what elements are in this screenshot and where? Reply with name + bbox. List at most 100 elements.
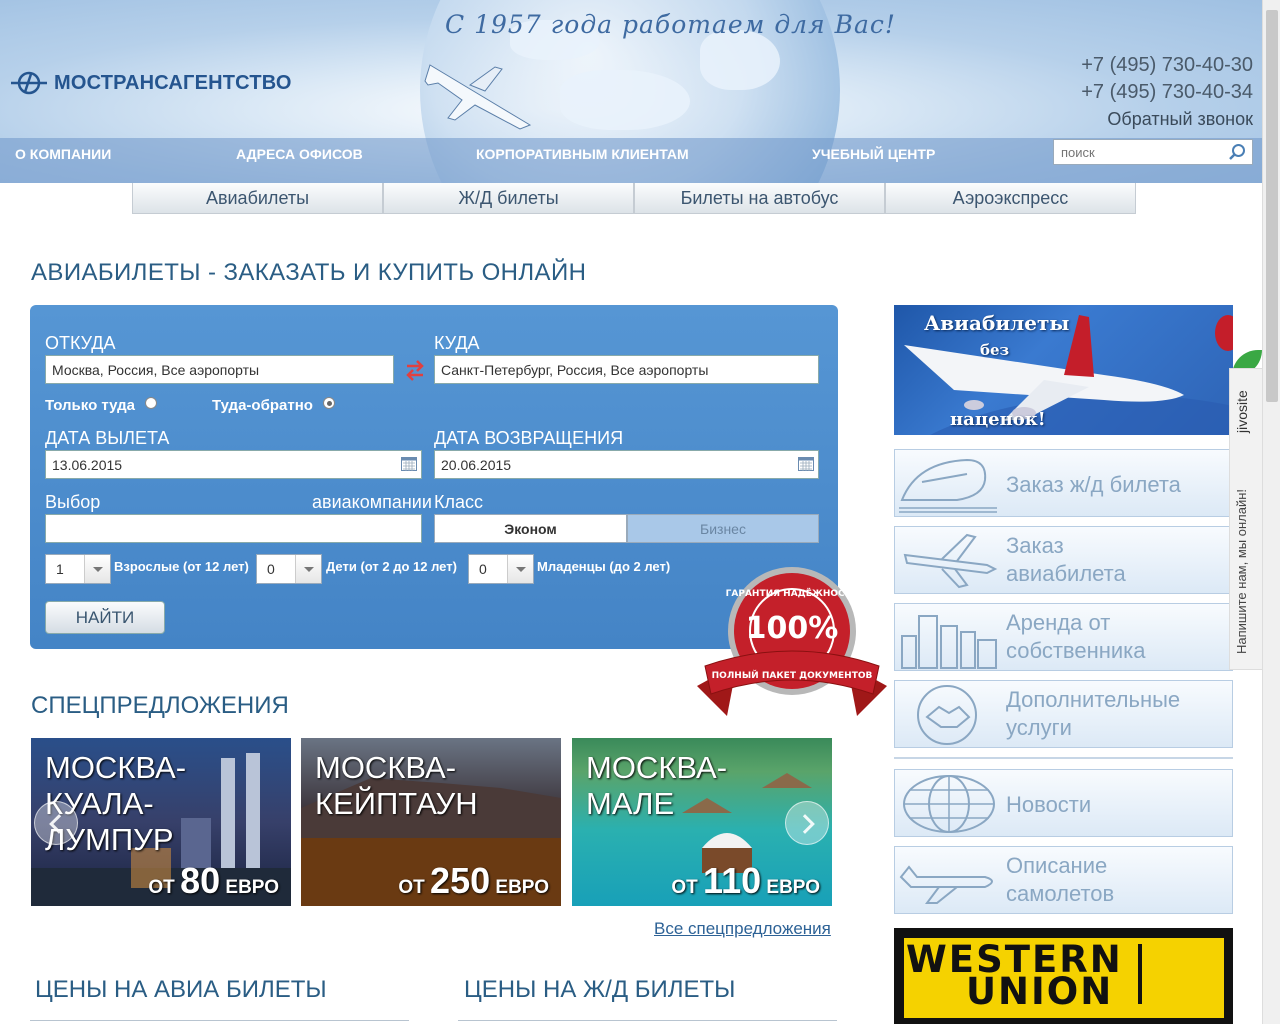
guarantee-seal-icon: 100% ГАРАНТИЯ НАДЁЖНОСТИ ПОЛНЫЙ ПАКЕТ ДО… [697,567,887,716]
return-date-value: 20.06.2015 [441,457,512,473]
no-markup-banner[interactable]: Авиабилеты без наценок! [894,305,1233,435]
one-way-label[interactable]: Только туда [45,397,135,414]
depart-label: ДАТА ВЫЛЕТА [45,428,170,448]
transport-tabs: Авиабилеты Ж/Д билеты Билеты на автобус … [132,183,1136,214]
logo-text: МОСТРАНСАГЕНТСТВО [54,71,292,94]
slider-prev-icon[interactable] [34,801,78,845]
class-business-button[interactable]: Бизнес [627,514,819,543]
sidebar-item-avia[interactable]: Заказ авиабилета [894,526,1233,594]
find-button[interactable]: НАЙТИ [45,601,165,634]
chevron-down-icon[interactable] [84,555,110,583]
airline-label-2: авиакомпании [312,492,432,512]
sidebar-item-aircraft[interactable]: Описание самолетов [894,846,1233,914]
western-union-banner[interactable]: WESTERN UNION [894,928,1233,1024]
airplane-icon [903,533,998,589]
one-way-radio[interactable] [145,397,157,409]
round-trip-label[interactable]: Туда-обратно [212,397,313,414]
return-date-field[interactable]: 20.06.2015 [434,450,819,479]
offer-city-line: КЕЙПТАУН [315,786,478,821]
airline-field[interactable] [45,514,422,543]
logo[interactable]: МОСТРАНСАГЕНТСТВО [10,70,292,96]
chat-prompt: Напишите нам, мы онлайн! [1234,488,1249,654]
seal-top-text: ГАРАНТИЯ НАДЁЖНОСТИ [726,588,859,599]
seal-percent: 100% [746,611,839,646]
sidebar-item-label: Новости [1006,792,1092,817]
banner-line-3: наценок! [950,409,1046,430]
tab-aeroexpress[interactable]: Аэроэкспресс [885,183,1136,214]
class-label: Класс [434,492,483,512]
sidebar-item-label: Заказ ж/д билета [1006,472,1181,497]
site-header: С 1957 года работаем для Вас! МОСТРАНСАГ… [0,0,1262,183]
from-label: ОТКУДА [45,333,116,353]
offer-price: ОТ 80 ЕВРО [148,860,279,902]
phone-1[interactable]: +7 (495) 730-40-30 [1081,52,1253,79]
all-offers-link[interactable]: Все спецпредложения [654,919,831,939]
price-currency: ЕВРО [490,877,549,898]
contact-block: +7 (495) 730-40-30 +7 (495) 730-40-34 Об… [1081,52,1253,133]
price-value: 110 [703,860,762,901]
to-field[interactable]: Санкт-Петербург, Россия, Все аэропорты [434,355,819,384]
sidebar-item-label: Описание [1006,853,1108,878]
chat-brand: jivosite [1234,390,1250,433]
nav-offices[interactable]: АДРЕСА ОФИСОВ [236,146,363,162]
banner-line-1: Авиабилеты [924,311,1070,335]
air-prices-title: ЦЕНЫ НА АВИА БИЛЕТЫ [35,976,327,1003]
search-icon[interactable] [1228,143,1246,161]
search-input[interactable] [1054,140,1219,164]
sidebar-item-rent[interactable]: Аренда от собственника [894,603,1233,671]
callback-link[interactable]: Обратный звонок [1081,106,1253,133]
nav-training[interactable]: УЧЕБНЫЙ ЦЕНТР [812,146,935,162]
round-trip-radio[interactable] [323,397,335,409]
sidebar-item-rail[interactable]: Заказ ж/д билета [894,449,1233,517]
page-title: АВИАБИЛЕТЫ - ЗАКАЗАТЬ И КУПИТЬ ОНЛАЙН [31,259,587,286]
offer-card-cape-town[interactable]: МОСКВА- КЕЙПТАУН ОТ 250 ЕВРО [301,738,561,906]
sidebar-item-services[interactable]: Дополнительные услуги [894,680,1233,748]
nav-about[interactable]: О КОМПАНИИ [15,146,111,162]
handshake-icon [917,685,977,745]
swap-icon[interactable] [403,357,427,383]
offer-price: ОТ 110 ЕВРО [671,860,820,902]
wu-line-2: UNION [966,970,1114,1013]
sidebar-item-label: Аренда от [1006,610,1111,635]
adults-select[interactable]: 1 [45,554,111,584]
price-prefix: ОТ [671,877,704,898]
nav-corporate[interactable]: КОРПОРАТИВНЫМ КЛИЕНТАМ [476,146,689,162]
adults-label: Взрослые (от 12 лет) [114,559,249,574]
class-economy-button[interactable]: Эконом [434,514,627,543]
depart-date-field[interactable]: 13.06.2015 [45,450,422,479]
sidebar-item-label: собственника [1006,638,1146,663]
tab-bus[interactable]: Билеты на автобус [634,183,885,214]
continent-shape [700,30,780,90]
airplane-illustration [424,64,532,130]
calendar-icon[interactable] [798,457,814,471]
phone-2[interactable]: +7 (495) 730-40-34 [1081,79,1253,106]
chevron-down-icon[interactable] [295,555,321,583]
from-field[interactable]: Москва, Россия, Все аэропорты [45,355,394,384]
tab-avia[interactable]: Авиабилеты [132,183,383,214]
tab-rail[interactable]: Ж/Д билеты [383,183,634,214]
rail-prices-title: ЦЕНЫ НА Ж/Д БИЛЕТЫ [464,976,736,1003]
children-select[interactable]: 0 [256,554,322,584]
scrollbar[interactable] [1262,0,1280,1024]
depart-date-value: 13.06.2015 [52,457,123,473]
train-icon [899,458,997,513]
divider [894,757,1233,759]
chat-widget-tab[interactable]: jivosite Напишите нам, мы онлайн! [1229,368,1262,670]
return-label: ДАТА ВОЗВРАЩЕНИЯ [434,428,624,448]
chevron-down-icon[interactable] [507,555,533,583]
sidebar-item-label: Заказ [1006,533,1064,558]
globe-icon [903,775,995,833]
search-box [1053,139,1253,165]
offer-city-line: МАЛЕ [586,786,675,821]
offer-city-line: МОСКВА- [45,750,187,785]
offer-city-line: МОСКВА- [315,750,457,785]
sidebar-item-news[interactable]: Новости [894,769,1233,837]
logo-icon [11,71,47,95]
infants-select[interactable]: 0 [468,554,534,584]
calendar-icon[interactable] [401,457,417,471]
offer-city: МОСКВА- МАЛЕ [586,750,727,822]
scroll-thumb[interactable] [1266,10,1278,402]
sidebar-item-label: самолетов [1006,881,1115,906]
slider-next-icon[interactable] [785,801,829,845]
adults-value: 1 [56,561,64,577]
